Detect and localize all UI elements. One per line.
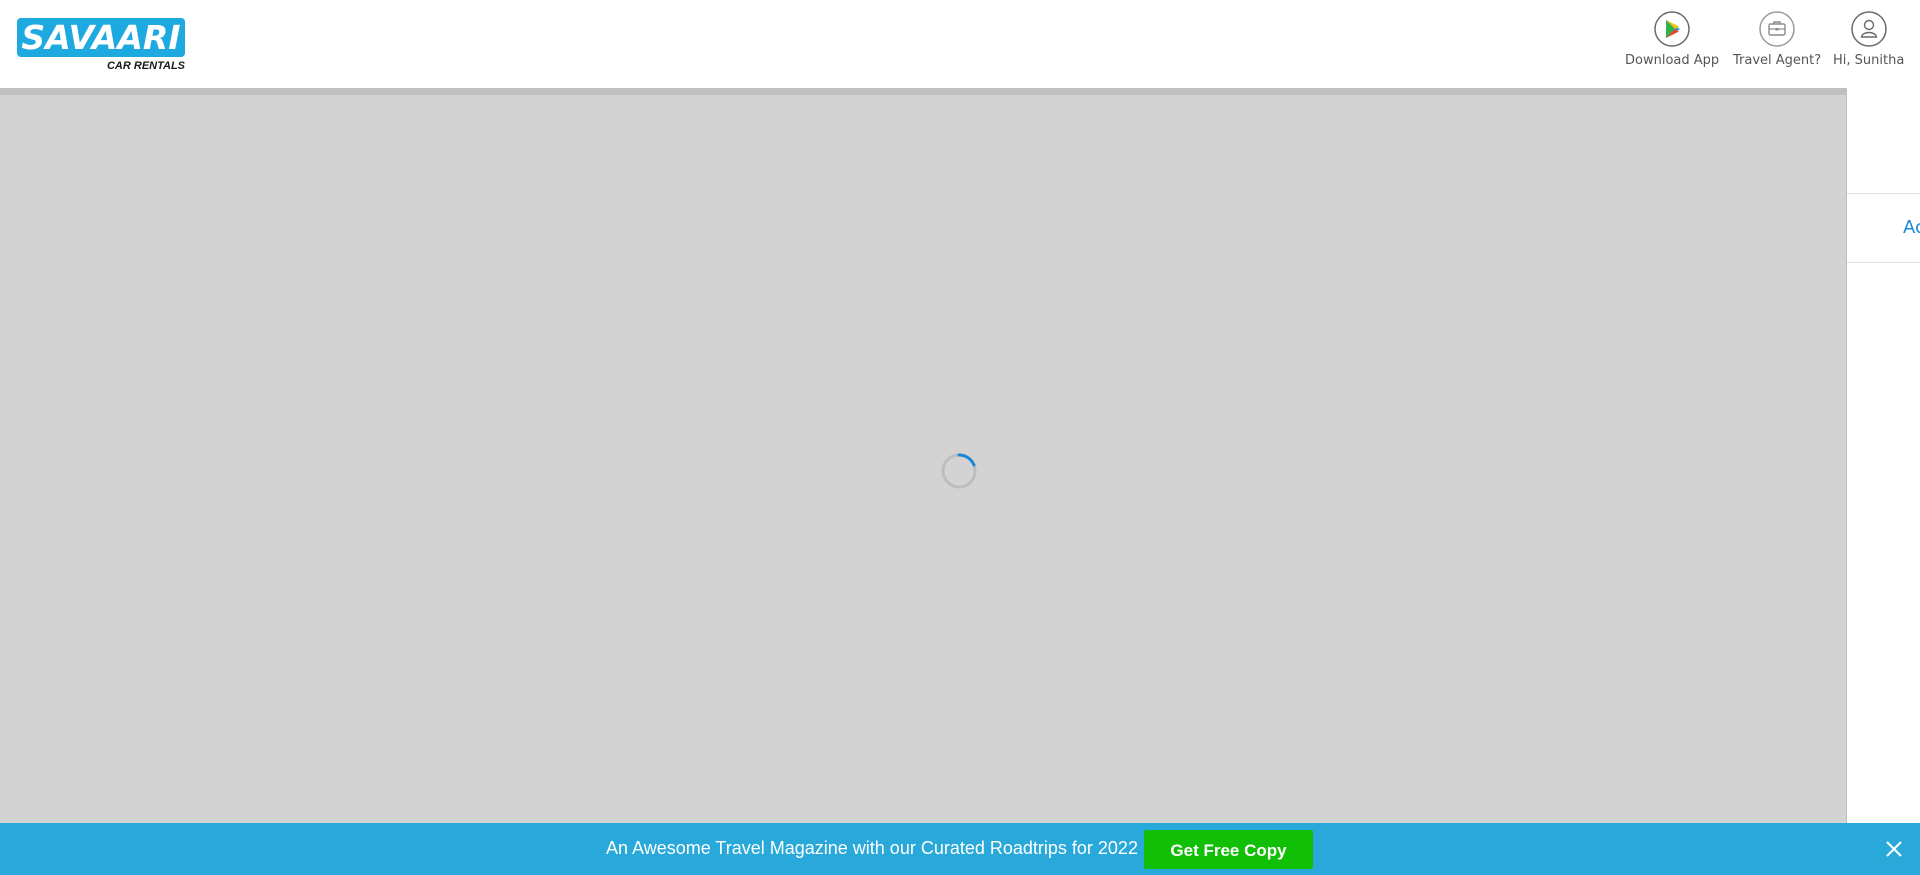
loading-progress-strip xyxy=(0,88,1847,95)
loading-spinner-icon xyxy=(941,453,977,489)
download-app-link[interactable]: Download App xyxy=(1625,11,1719,68)
site-header: SAVAARI CAR RENTALS Download App Travel … xyxy=(0,0,1920,89)
close-icon[interactable] xyxy=(1883,838,1905,860)
side-panel-divider xyxy=(1847,262,1920,263)
promo-message: An Awesome Travel Magazine with our Cura… xyxy=(606,838,1138,858)
user-account-menu[interactable]: Hi, Sunitha xyxy=(1833,11,1904,68)
download-app-label: Download App xyxy=(1625,53,1720,68)
user-greeting-label: Hi, Sunitha xyxy=(1833,53,1905,68)
side-panel: Ac xyxy=(1847,88,1920,823)
promo-banner: An Awesome Travel Magazine with our Cura… xyxy=(0,823,1920,875)
get-free-copy-button[interactable]: Get Free Copy xyxy=(1144,830,1313,869)
briefcase-icon xyxy=(1759,11,1795,47)
user-icon xyxy=(1850,11,1887,47)
travel-agent-label: Travel Agent? xyxy=(1733,53,1822,68)
side-panel-link[interactable]: Ac xyxy=(1903,217,1920,238)
savaari-logo[interactable]: SAVAARI CAR RENTALS xyxy=(17,18,187,74)
travel-agent-link[interactable]: Travel Agent? xyxy=(1733,11,1821,68)
loading-overlay xyxy=(0,95,1847,823)
play-store-icon xyxy=(1654,11,1690,47)
logo-wordmark: SAVAARI xyxy=(21,18,181,57)
logo-tagline: CAR RENTALS xyxy=(106,60,185,72)
side-panel-divider xyxy=(1847,193,1920,194)
